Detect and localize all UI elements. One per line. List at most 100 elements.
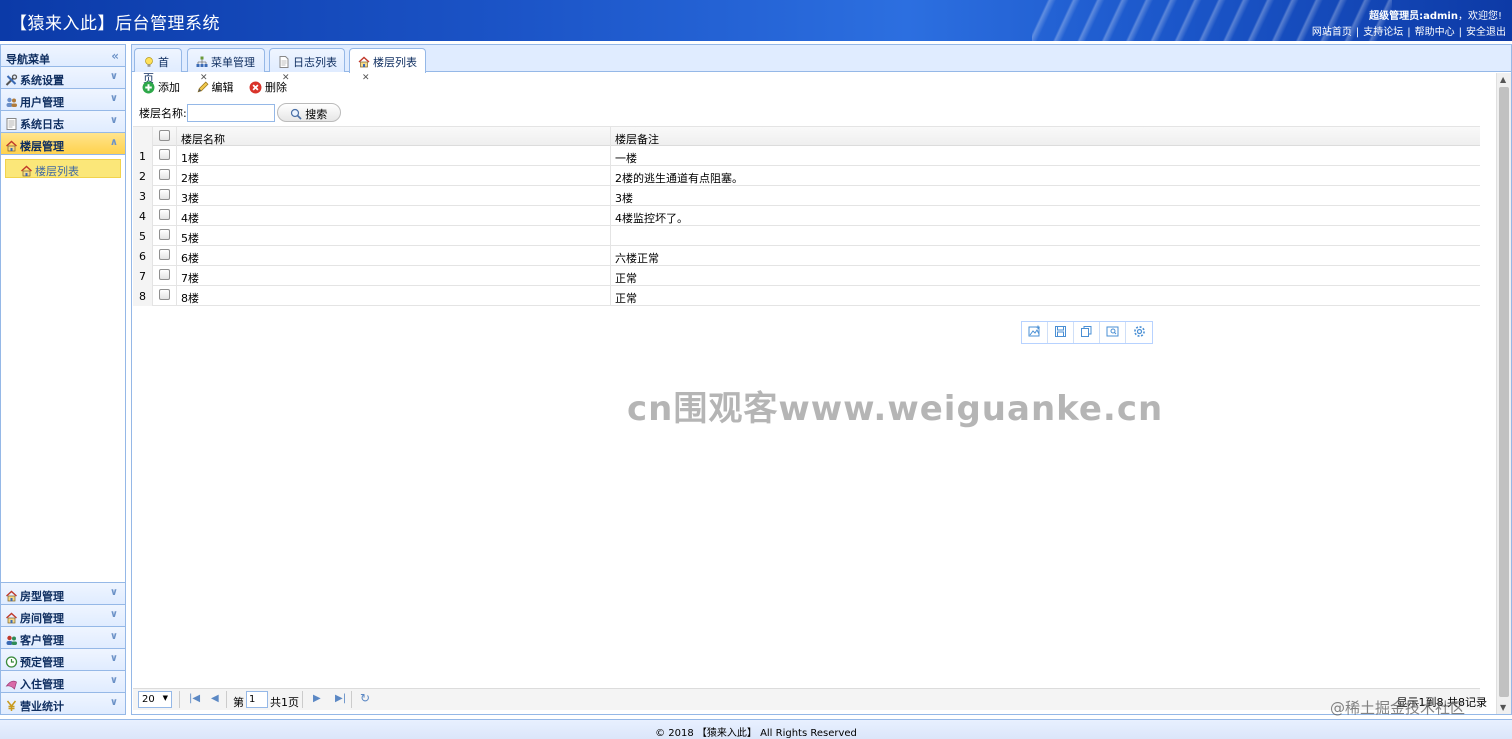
row-checkbox[interactable]	[159, 189, 170, 200]
dropdown-arrow-icon: ▼	[162, 694, 168, 702]
grid-toolbar: 添加 编辑 删除	[142, 79, 299, 97]
row-checkbox[interactable]	[159, 269, 170, 280]
expand-icon: ∨	[109, 609, 118, 620]
welcome-suffix: ，欢迎您!	[1457, 11, 1502, 22]
pager-separator	[351, 691, 352, 708]
close-icon[interactable]: ✕	[362, 73, 370, 83]
row-checkbox[interactable]	[159, 209, 170, 220]
edit-button[interactable]: 编辑	[196, 79, 234, 95]
floor-name-input[interactable]	[186, 103, 275, 122]
link-help[interactable]: 帮助中心	[1415, 27, 1455, 38]
collapse-nav-icon[interactable]: «	[111, 49, 119, 63]
scroll-thumb[interactable]	[1499, 87, 1509, 697]
menu-user-management[interactable]: 用户管理 ∨	[1, 89, 125, 111]
table-row[interactable]: 1 1楼 一楼	[133, 146, 1480, 166]
menu-label: 房型管理	[20, 590, 64, 603]
edit-label: 编辑	[211, 81, 234, 94]
row-checkbox-cell	[153, 166, 177, 186]
row-number: 3	[133, 186, 153, 206]
image-search-icon	[1106, 326, 1119, 337]
scroll-up-icon[interactable]: ▲	[1500, 75, 1506, 84]
scroll-down-icon[interactable]: ▼	[1500, 703, 1506, 712]
row-checkbox[interactable]	[159, 149, 170, 160]
row-checkbox[interactable]	[159, 289, 170, 300]
search-button-label: 搜索	[305, 108, 328, 121]
delete-button[interactable]: 删除	[249, 79, 287, 95]
row-checkbox[interactable]	[159, 229, 170, 240]
menu-room-management[interactable]: 房间管理 ∨	[1, 605, 125, 627]
select-all-checkbox[interactable]	[159, 130, 170, 141]
menu-room-type[interactable]: 房型管理 ∨	[1, 583, 125, 605]
last-page-icon[interactable]: ▶|	[335, 693, 346, 704]
page-number-input[interactable]: 1	[246, 691, 268, 708]
submenu-label: 楼层列表	[35, 165, 79, 178]
house-icon	[358, 56, 370, 68]
copy-button[interactable]	[1074, 322, 1100, 343]
watermark-text: cn围观客www.weiguanke.cn	[627, 389, 1164, 429]
vertical-scrollbar[interactable]: ▲ ▼	[1496, 73, 1511, 714]
row-checkbox[interactable]	[159, 169, 170, 180]
refresh-icon[interactable]: ↻	[360, 691, 370, 705]
doc-icon	[279, 56, 289, 68]
next-page-icon[interactable]: ▶	[313, 693, 321, 704]
main-panel: 首页 菜单管理✕ 日志列表✕ 楼层列表✕ 添加 编辑 删除 楼层名称: 搜索 楼层…	[131, 44, 1512, 715]
menu-label: 客户管理	[20, 634, 64, 647]
menu-checkin-management[interactable]: 入住管理 ∨	[1, 671, 125, 693]
page-size-select[interactable]: 20 ▼	[138, 691, 172, 708]
menu-customer-management[interactable]: 客户管理 ∨	[1, 627, 125, 649]
tree-icon	[196, 56, 208, 67]
cell-floor-name: 1楼	[177, 146, 611, 166]
tab-log-list[interactable]: 日志列表✕	[269, 48, 345, 83]
column-header-floor-note[interactable]: 楼层备注	[611, 127, 1480, 147]
menu-floor-management[interactable]: 楼层管理 ∧	[1, 133, 125, 155]
app-title: 【猿来入此】后台管理系统	[10, 14, 220, 34]
tab-home[interactable]: 首页	[134, 48, 182, 85]
link-logout[interactable]: 安全退出	[1466, 27, 1506, 38]
settings-button[interactable]	[1126, 322, 1152, 343]
search-button[interactable]: 搜索	[276, 103, 341, 122]
table-row[interactable]: 2 2楼 2楼的逃生通道有点阻塞。	[133, 166, 1480, 186]
menu-business-stats[interactable]: 营业统计 ∨	[1, 693, 125, 715]
row-checkbox-cell	[153, 226, 177, 246]
row-checkbox-cell	[153, 146, 177, 166]
cell-floor-name: 3楼	[177, 186, 611, 206]
save-button[interactable]	[1048, 322, 1074, 343]
delete-icon	[249, 81, 262, 94]
house-icon	[6, 590, 17, 602]
image-add-button[interactable]	[1022, 322, 1048, 343]
welcome-user: 超级管理员:admin	[1369, 11, 1458, 22]
cell-floor-name: 7楼	[177, 266, 611, 286]
first-page-icon[interactable]: |◀	[189, 693, 200, 704]
cell-floor-name: 8楼	[177, 286, 611, 306]
menu-label: 楼层管理	[20, 140, 64, 153]
row-checkbox[interactable]	[159, 249, 170, 260]
add-button[interactable]: 添加	[142, 79, 180, 95]
table-row[interactable]: 7 7楼 正常	[133, 266, 1480, 286]
link-home[interactable]: 网站首页	[1312, 27, 1352, 38]
row-number: 2	[133, 166, 153, 186]
table-row[interactable]: 5 5楼	[133, 226, 1480, 246]
gear-icon	[1133, 326, 1145, 337]
submenu-item-floor-list[interactable]: 楼层列表	[5, 159, 121, 178]
cell-floor-note: 一楼	[615, 152, 637, 165]
image-search-button[interactable]	[1100, 322, 1126, 343]
bulb-icon	[145, 57, 153, 67]
menu-label: 预定管理	[20, 656, 64, 669]
footer: © 2018 【猿来入此】 All Rights Reserved	[0, 719, 1512, 739]
table-row[interactable]: 8 8楼 正常	[133, 286, 1480, 306]
column-header-floor-name[interactable]: 楼层名称	[177, 127, 611, 147]
table-row[interactable]: 3 3楼 3楼	[133, 186, 1480, 206]
menu-label: 系统设置	[20, 74, 64, 87]
menu-booking-management[interactable]: 预定管理 ∨	[1, 649, 125, 671]
tab-floor-list[interactable]: 楼层列表✕	[349, 48, 426, 83]
table-row[interactable]: 4 4楼 4楼监控坏了。	[133, 206, 1480, 226]
expand-icon: ∨	[109, 115, 118, 126]
menu-system-log[interactable]: 系统日志 ∨	[1, 111, 125, 133]
prev-page-icon[interactable]: ◀	[211, 693, 219, 704]
tab-label: 日志列表	[293, 56, 337, 69]
house-icon	[6, 612, 17, 624]
tab-menu-management[interactable]: 菜单管理✕	[187, 48, 265, 83]
link-forum[interactable]: 支持论坛	[1363, 27, 1403, 38]
menu-system-settings[interactable]: 系统设置 ∨	[1, 67, 125, 89]
table-row[interactable]: 6 6楼 六楼正常	[133, 246, 1480, 266]
